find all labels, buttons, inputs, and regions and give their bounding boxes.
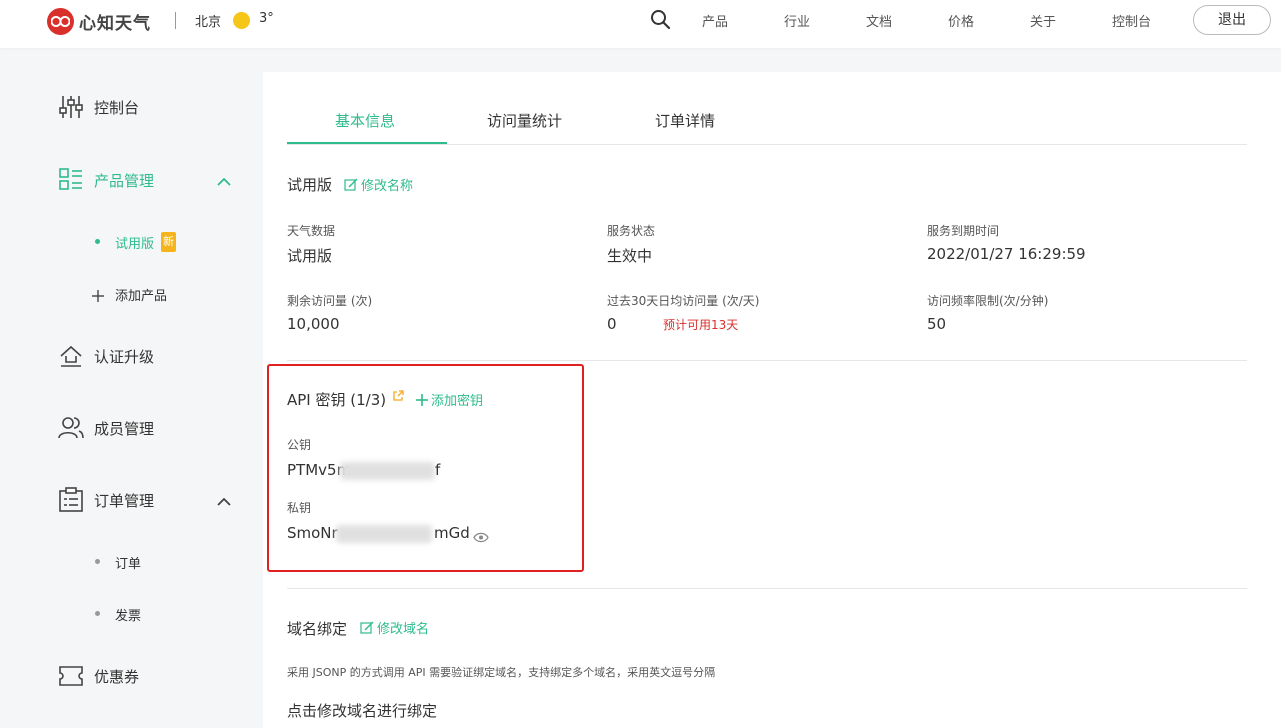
- tab-divider: [287, 144, 1247, 145]
- field-label-service-status: 服务状态: [607, 224, 656, 238]
- top-bar: 心知天气 北京 3° 产品 行业 文档 价格 关于 控制台 退出: [0, 0, 1281, 48]
- nav-docs[interactable]: 文档: [866, 11, 892, 30]
- field-value-rate-limit: 50: [927, 315, 947, 333]
- chevron-up-icon[interactable]: [216, 493, 232, 512]
- nav-products[interactable]: 产品: [702, 11, 728, 30]
- highlight-box: [267, 364, 584, 572]
- section-divider: [287, 360, 1247, 361]
- nav-pricing[interactable]: 价格: [948, 11, 974, 30]
- edit-domain-label: 修改域名: [377, 622, 430, 637]
- logo[interactable]: 心知天气: [47, 8, 151, 35]
- sidebar-sub-invoice[interactable]: 发票: [115, 605, 141, 624]
- sidebar-item-order-mgmt[interactable]: 订单管理: [58, 487, 154, 513]
- field-label-remaining-calls: 剩余访问量 (次): [287, 294, 373, 308]
- field-value-avg-daily-calls: 0: [607, 315, 617, 333]
- field-label-avg-daily-calls: 过去30天日均访问量 (次/天): [607, 294, 760, 308]
- sidebar-sub-orders[interactable]: 订单: [115, 553, 141, 572]
- edit-icon: [344, 178, 358, 191]
- sliders-icon: [58, 94, 84, 120]
- sidebar-label-console: 控制台: [94, 98, 140, 117]
- sidebar-label-product-mgmt: 产品管理: [94, 171, 155, 190]
- field-value-service-status: 生效中: [607, 247, 653, 265]
- bullet-dot-icon: [95, 559, 100, 564]
- search-icon[interactable]: [650, 9, 671, 34]
- tab-basic-info[interactable]: 基本信息: [335, 110, 395, 131]
- sidebar-sub-add-product[interactable]: 添加产品: [115, 285, 167, 304]
- domain-description: 采用 JSONP 的方式调用 API 需要验证绑定域名，支持绑定多个域名，采用英…: [287, 666, 716, 679]
- sidebar-sub-trial[interactable]: 试用版: [115, 233, 154, 252]
- city-label[interactable]: 北京: [195, 11, 221, 30]
- sidebar-label-order-mgmt: 订单管理: [94, 491, 155, 510]
- temperature: 3°: [259, 11, 274, 26]
- field-value-weather-data: 试用版: [287, 247, 333, 265]
- nav-about[interactable]: 关于: [1030, 11, 1056, 30]
- section-divider: [287, 588, 1247, 589]
- sidebar-item-coupons[interactable]: 优惠券: [58, 663, 139, 689]
- field-value-remaining-calls: 10,000: [287, 315, 340, 333]
- field-label-rate-limit: 访问频率限制(次/分钟): [927, 294, 1049, 308]
- sidebar-label-cert-upgrade: 认证升级: [94, 347, 155, 366]
- logo-text: 心知天气: [79, 14, 151, 34]
- logo-icon: [47, 8, 74, 35]
- nav-industries[interactable]: 行业: [784, 11, 810, 30]
- nav-console[interactable]: 控制台: [1112, 11, 1151, 30]
- list-grid-icon: [58, 167, 84, 193]
- sidebar-item-product-mgmt[interactable]: 产品管理: [58, 167, 154, 193]
- bullet-dot-icon: [95, 611, 100, 616]
- chevron-up-icon[interactable]: [216, 173, 232, 192]
- ticket-icon: [58, 663, 84, 689]
- domain-cta[interactable]: 点击修改域名进行绑定: [287, 700, 437, 721]
- edit-domain-link[interactable]: 修改域名: [360, 618, 429, 637]
- domain-binding-title: 域名绑定: [287, 620, 348, 638]
- sun-icon: [233, 12, 250, 29]
- edit-icon: [360, 621, 374, 634]
- rename-link[interactable]: 修改名称: [344, 175, 413, 194]
- sidebar-item-console[interactable]: 控制台: [58, 94, 139, 120]
- field-value-expiry: 2022/01/27 16:29:59: [927, 245, 1086, 263]
- rename-link-label: 修改名称: [361, 179, 414, 194]
- new-badge: 新: [161, 232, 176, 252]
- field-label-expiry: 服务到期时间: [927, 224, 1000, 238]
- header-divider: [175, 12, 176, 29]
- clipboard-icon: [58, 487, 84, 513]
- estimate-warning: 预计可用13天: [663, 318, 739, 332]
- sidebar-item-cert-upgrade[interactable]: 认证升级: [58, 343, 154, 369]
- sidebar-label-member-mgmt: 成员管理: [94, 419, 155, 438]
- bullet-dot-icon: [95, 239, 100, 244]
- plus-icon: [92, 287, 104, 306]
- users-icon: [58, 415, 84, 441]
- plan-title: 试用版: [287, 176, 333, 194]
- active-tab-indicator: [287, 142, 447, 144]
- upgrade-arrow-icon: [58, 343, 84, 369]
- logout-button[interactable]: 退出: [1193, 5, 1271, 35]
- tab-traffic-stats[interactable]: 访问量统计: [487, 110, 562, 131]
- sidebar-label-coupons: 优惠券: [94, 667, 140, 686]
- sidebar-item-member-mgmt[interactable]: 成员管理: [58, 415, 154, 441]
- field-label-weather-data: 天气数据: [287, 224, 336, 238]
- tab-order-details[interactable]: 订单详情: [655, 110, 715, 131]
